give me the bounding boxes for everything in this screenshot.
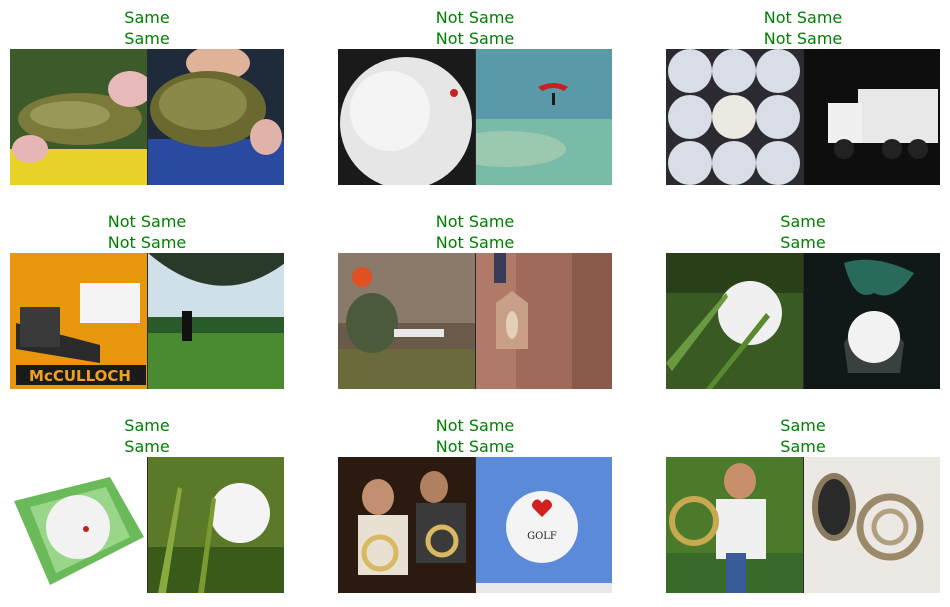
image-french-horn-white [802, 457, 940, 593]
image-golf-balls-grid [666, 49, 803, 185]
cell-title: Not Same Not Same [338, 415, 612, 457]
true-label: Not Same [435, 416, 515, 435]
golf-heart-text: GOLF [527, 531, 557, 542]
cell-1: Same Same [10, 7, 284, 185]
image-pair [338, 49, 612, 185]
image-pair: McCULLOCH [10, 253, 284, 389]
predicted-label: Not Same [763, 29, 843, 48]
cell-title: Same Same [10, 7, 284, 49]
image-pair [10, 457, 284, 593]
image-pair [666, 253, 940, 389]
cell-title: Not Same Not Same [666, 7, 940, 49]
true-label: Not Same [763, 8, 843, 27]
true-label: Same [780, 212, 826, 231]
cell-title: Not Same Not Same [338, 211, 612, 253]
predicted-label: Same [780, 233, 826, 252]
image-chainsaw-box: McCULLOCH [10, 253, 147, 389]
cell-8: Not Same Not Same GOLF [338, 415, 612, 593]
cell-6: Same Same [666, 211, 940, 389]
image-garbage-truck [802, 49, 940, 185]
predicted-label: Same [780, 437, 826, 456]
image-chainsaw-worker [338, 253, 475, 389]
image-golf-ball-heart: GOLF [474, 457, 612, 593]
true-label: Not Same [435, 8, 515, 27]
image-french-horn-boy [666, 457, 803, 593]
image-fish-held-large [146, 49, 284, 185]
image-golf-ball-closeup [338, 49, 475, 185]
cell-7: Same Same [10, 415, 284, 593]
image-golf-ball-grass-2 [146, 457, 284, 593]
image-fish-held [10, 49, 147, 185]
true-label: Not Same [107, 212, 187, 231]
true-label: Same [124, 8, 170, 27]
cell-title: Same Same [666, 415, 940, 457]
cell-title: Same Same [10, 415, 284, 457]
image-pair [10, 49, 284, 185]
image-parachute-field [146, 253, 284, 389]
true-label: Not Same [435, 212, 515, 231]
chainsaw-brand-text: McCULLOCH [29, 367, 131, 385]
image-parachute-sky [474, 49, 612, 185]
true-label: Same [124, 416, 170, 435]
image-pair: GOLF [338, 457, 612, 593]
cell-title: Same Same [666, 211, 940, 253]
image-golf-ball-grass [666, 253, 803, 389]
image-pair [666, 49, 940, 185]
true-label: Same [780, 416, 826, 435]
predicted-label: Same [124, 29, 170, 48]
cell-5: Not Same Not Same [338, 211, 612, 389]
cell-2: Not Same Not Same [338, 7, 612, 185]
image-church-facade [474, 253, 612, 389]
image-pair [666, 457, 940, 593]
image-golf-ball-package [10, 457, 147, 593]
image-french-horn-players [338, 457, 475, 593]
image-golf-ball-tee-dark [802, 253, 940, 389]
cell-4: Not Same Not Same McCULLOCH [10, 211, 284, 389]
image-pair [338, 253, 612, 389]
cell-title: Not Same Not Same [10, 211, 284, 253]
predicted-label: Not Same [435, 437, 515, 456]
predicted-label: Not Same [107, 233, 187, 252]
predicted-label: Same [124, 437, 170, 456]
cell-3: Not Same Not Same [666, 7, 940, 185]
predicted-label: Not Same [435, 29, 515, 48]
predicted-label: Not Same [435, 233, 515, 252]
cell-9: Same Same [666, 415, 940, 593]
cell-title: Not Same Not Same [338, 7, 612, 49]
